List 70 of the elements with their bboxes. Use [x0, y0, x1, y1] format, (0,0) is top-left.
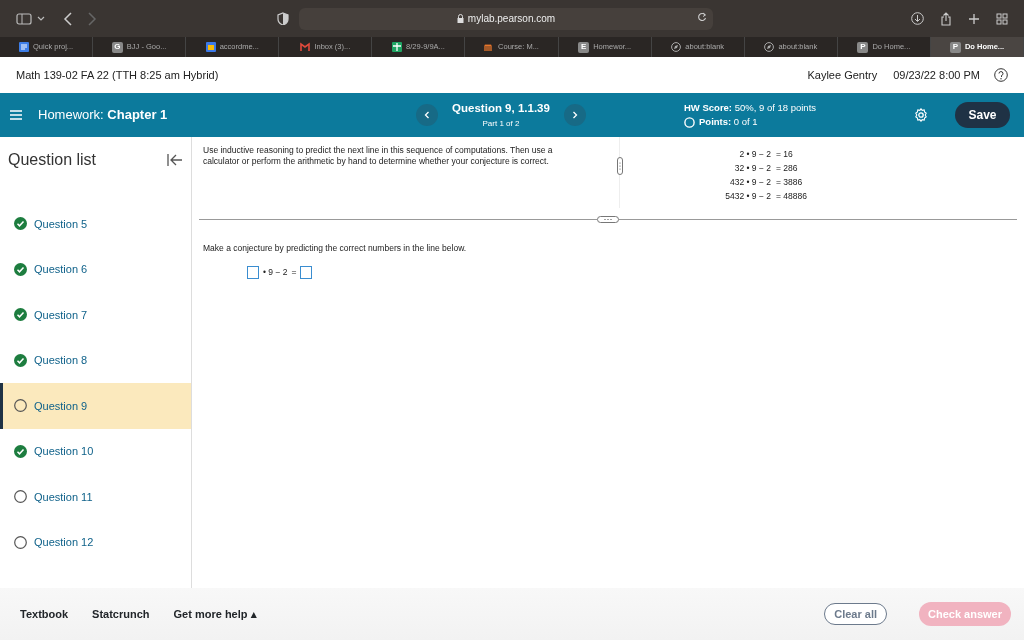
equation-text: • 9 − 2 [263, 265, 288, 279]
back-icon[interactable] [63, 11, 73, 26]
previous-button[interactable] [416, 104, 438, 126]
chevron-right-icon [572, 111, 578, 119]
tab-icon: P [857, 41, 869, 53]
footer-link[interactable]: Get more help ▴ [173, 605, 257, 623]
share-icon[interactable] [940, 11, 952, 26]
tab-overview-icon[interactable] [996, 12, 1008, 25]
address-bar[interactable]: mylab.pearson.com [299, 7, 713, 30]
footer-link[interactable]: Textbook [20, 605, 69, 623]
equals-sign: = [291, 265, 297, 279]
plus-icon[interactable] [968, 12, 980, 25]
question-list-item[interactable]: Question 9 [0, 383, 191, 429]
course-title: Math 139-02 FA 22 (TTH 8:25 am Hybrid) [16, 67, 219, 83]
part-label: Part 1 of 2 [481, 117, 521, 130]
course-icon [484, 42, 495, 52]
next-button[interactable] [564, 104, 586, 126]
due-date: 09/23/22 8:00 PM [893, 67, 980, 83]
settings-icon[interactable] [914, 108, 928, 122]
question-number: Question 9, 1.1.39 [451, 101, 551, 117]
equation-left: 2 • 9 − 2 [738, 148, 771, 161]
hw-score: HW Score: 50%, 9 of 18 points [684, 100, 817, 115]
instructions-text: Use inductive reasoning to predict the next line in this sequence of computations. Then use a calculator or perform the arithmetic by hand to determine whether your conjecture is correct. [202, 144, 554, 169]
question-list-item[interactable]: Question 8 [0, 337, 191, 383]
answer-box[interactable] [247, 265, 259, 279]
equation-result: = 3886 [776, 176, 804, 189]
compass-icon [764, 42, 775, 52]
more-handle-icon[interactable] [597, 216, 619, 223]
equation-result: = 16 [776, 148, 794, 161]
question-list-item[interactable]: Question 11 [0, 474, 191, 520]
footer-link[interactable]: Statcrunch [92, 605, 150, 623]
question-list-item[interactable]: Question 7 [0, 292, 191, 338]
user-name: Kaylee Gentry [807, 67, 878, 83]
tab-icon: E [578, 41, 590, 53]
help-icon[interactable] [994, 68, 1008, 82]
tab-icon: G [111, 41, 123, 53]
tab-icon: P [949, 41, 961, 53]
question-list-item[interactable]: Question 12 [0, 519, 191, 565]
equation-left: 432 • 9 − 2 [728, 176, 771, 189]
sidebar-icon[interactable] [16, 12, 32, 25]
compass-icon [671, 42, 682, 52]
shield-icon[interactable] [277, 12, 289, 25]
equation-result: = 286 [776, 162, 799, 175]
calendar-icon [205, 42, 216, 52]
question-list-item[interactable]: Question 6 [0, 246, 191, 292]
document-icon [19, 42, 30, 52]
equation-left: 5432 • 9 − 2 [724, 190, 771, 203]
menu-icon[interactable] [10, 110, 22, 120]
answer-box[interactable] [300, 265, 313, 279]
url-text: mylab.pearson.com [467, 12, 556, 26]
lock-icon [456, 14, 464, 23]
sidebar-title: Question list [8, 150, 97, 170]
splitter-handle-icon[interactable] [617, 156, 623, 175]
equation-left: 32 • 9 − 2 [733, 162, 771, 175]
collapse-icon[interactable] [167, 153, 183, 167]
chevron-left-icon [424, 111, 430, 119]
assignment-title: Homework: Chapter 1 [38, 106, 169, 125]
spreadsheet-icon [392, 42, 403, 52]
question-list-item[interactable]: Question 5 [0, 201, 191, 247]
mail-icon [300, 42, 311, 52]
circle-icon [684, 116, 695, 128]
save-button[interactable]: Save [955, 102, 1010, 128]
reload-icon[interactable] [697, 11, 707, 22]
prompt-text: Make a conjecture by predicting the correct numbers in the line below. [203, 242, 468, 255]
points-text: Points: 0 of 1 [699, 115, 758, 129]
chevron-down-icon[interactable] [37, 14, 45, 23]
clear-all-button[interactable]: Clear all [824, 602, 887, 626]
question-list-item[interactable]: Question 10 [0, 428, 191, 474]
download-icon[interactable] [911, 12, 924, 25]
equation-result: = 48886 [776, 190, 807, 203]
